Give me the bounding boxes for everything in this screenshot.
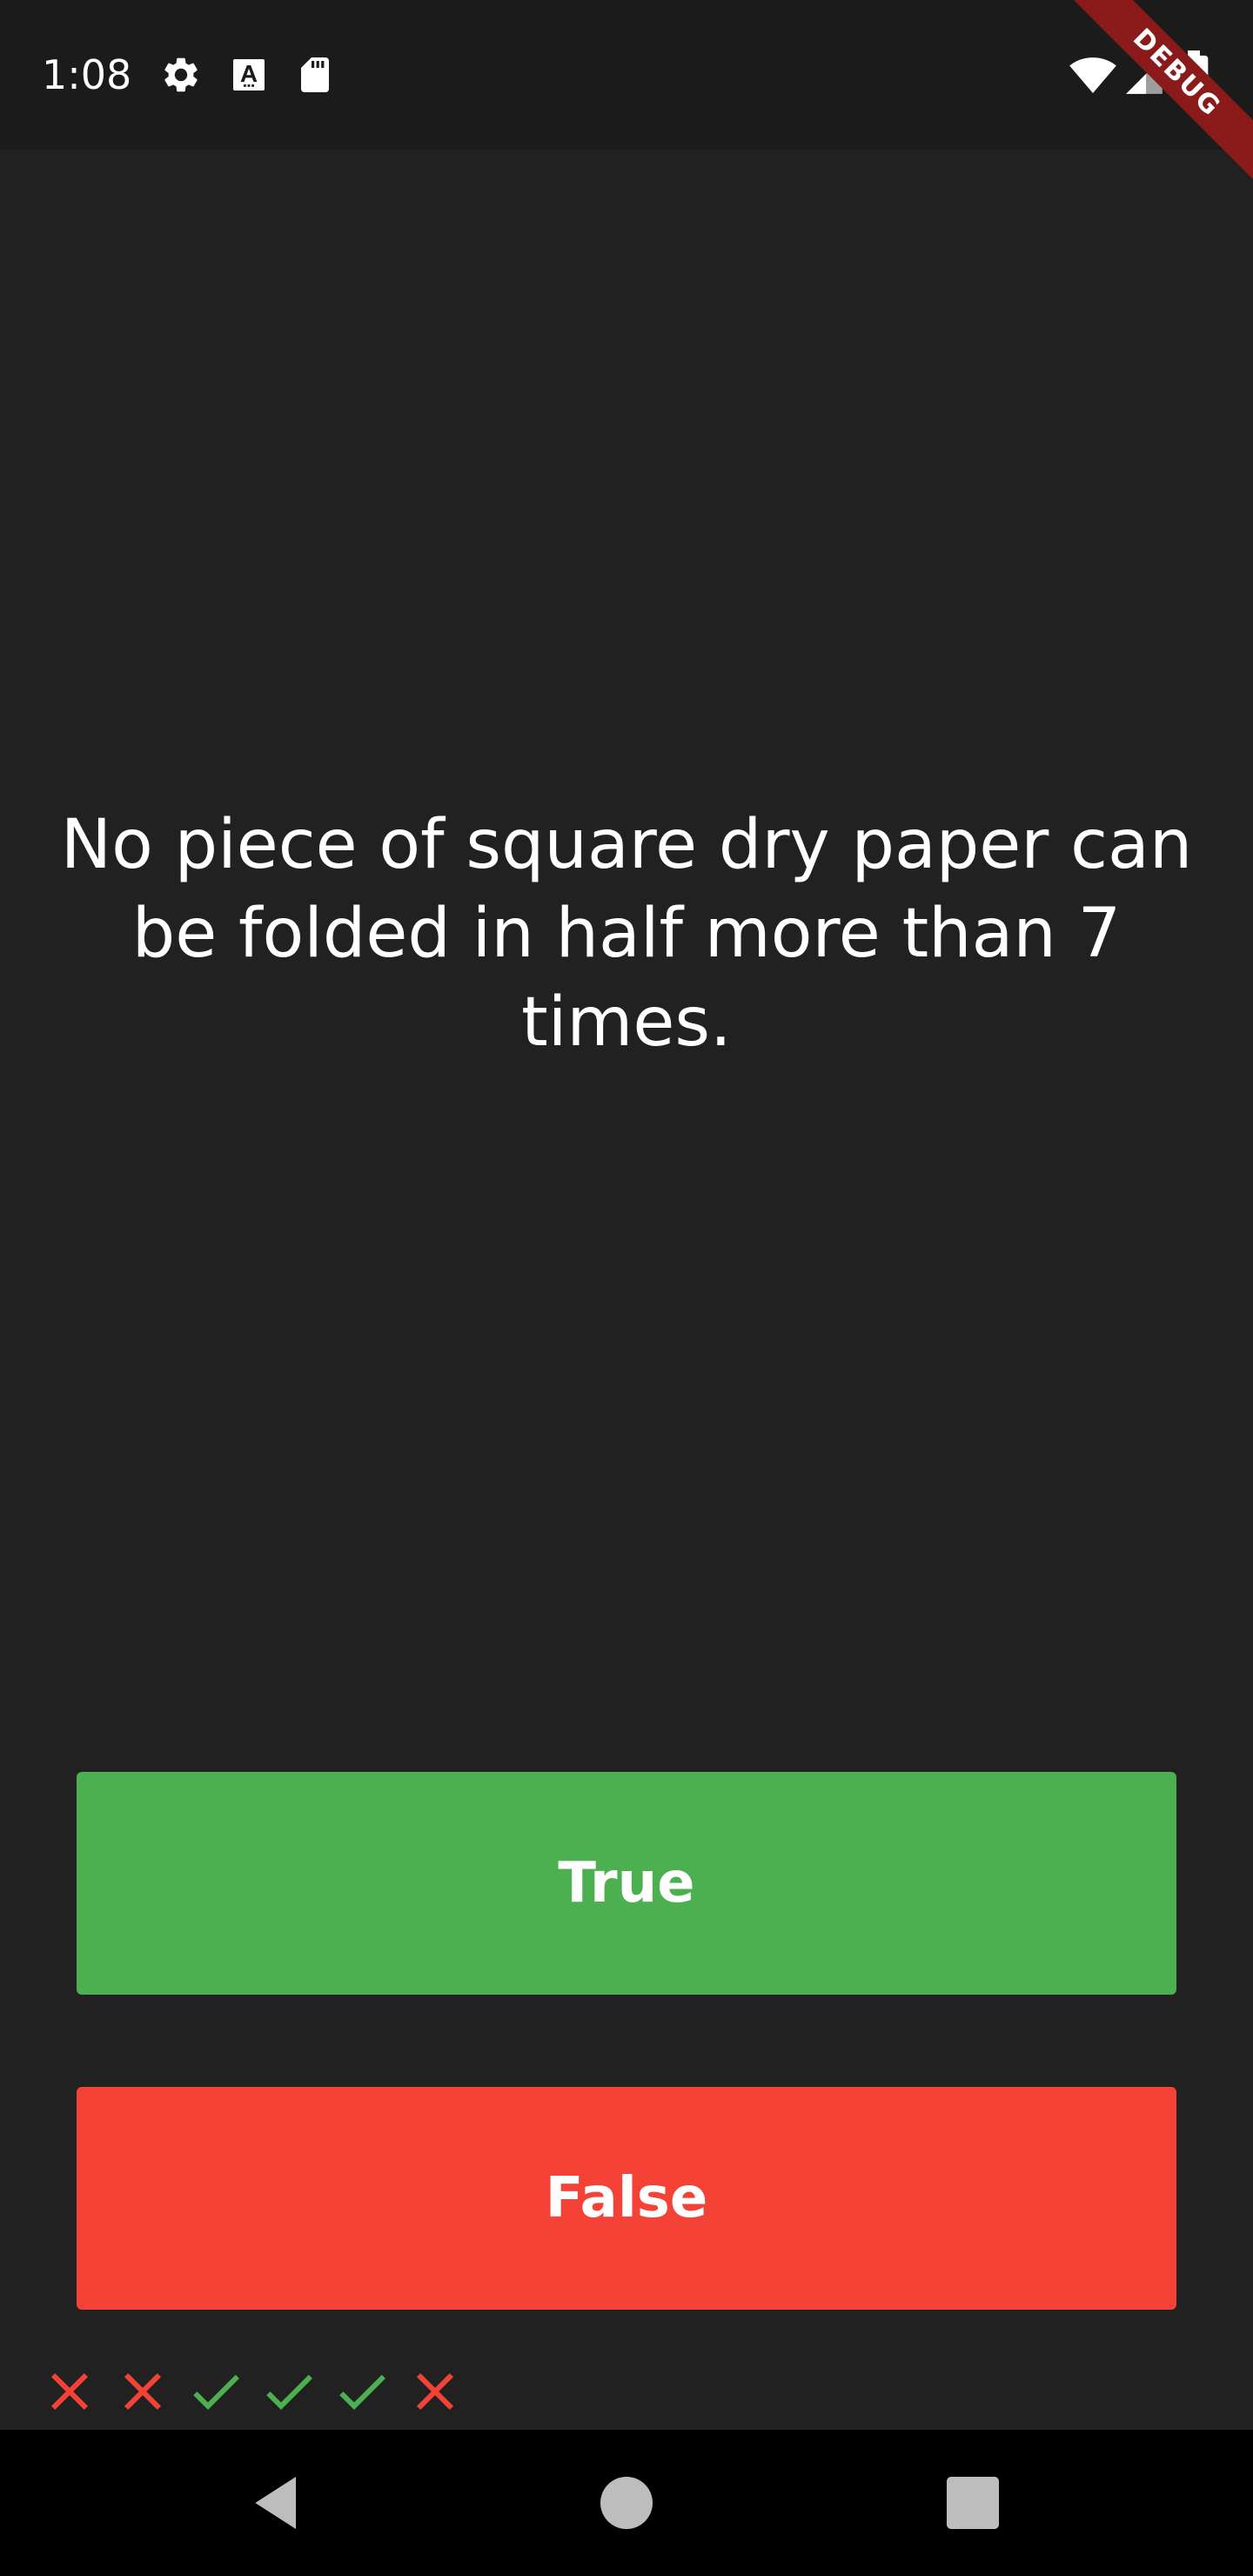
- close-icon: [111, 2360, 174, 2423]
- check-icon: [331, 2360, 393, 2423]
- close-icon: [38, 2360, 101, 2423]
- score-keeper: [38, 2360, 466, 2423]
- back-icon[interactable]: [244, 2468, 313, 2538]
- status-bar: 1:08: [0, 0, 1253, 150]
- check-icon: [184, 2360, 247, 2423]
- status-time: 1:08: [42, 51, 132, 98]
- gear-icon: [160, 54, 202, 96]
- font-a-icon: [228, 54, 270, 96]
- close-icon: [404, 2360, 466, 2423]
- false-button[interactable]: False: [77, 2087, 1176, 2310]
- home-icon[interactable]: [592, 2468, 661, 2538]
- check-icon: [258, 2360, 320, 2423]
- wifi-icon: [1069, 50, 1117, 99]
- navigation-bar: [0, 2430, 1253, 2576]
- question-text: No piece of square dry paper can be fold…: [60, 806, 1193, 1062]
- true-button[interactable]: True: [77, 1772, 1176, 1995]
- recents-icon[interactable]: [938, 2468, 1008, 2538]
- sd-card-icon: [294, 54, 336, 96]
